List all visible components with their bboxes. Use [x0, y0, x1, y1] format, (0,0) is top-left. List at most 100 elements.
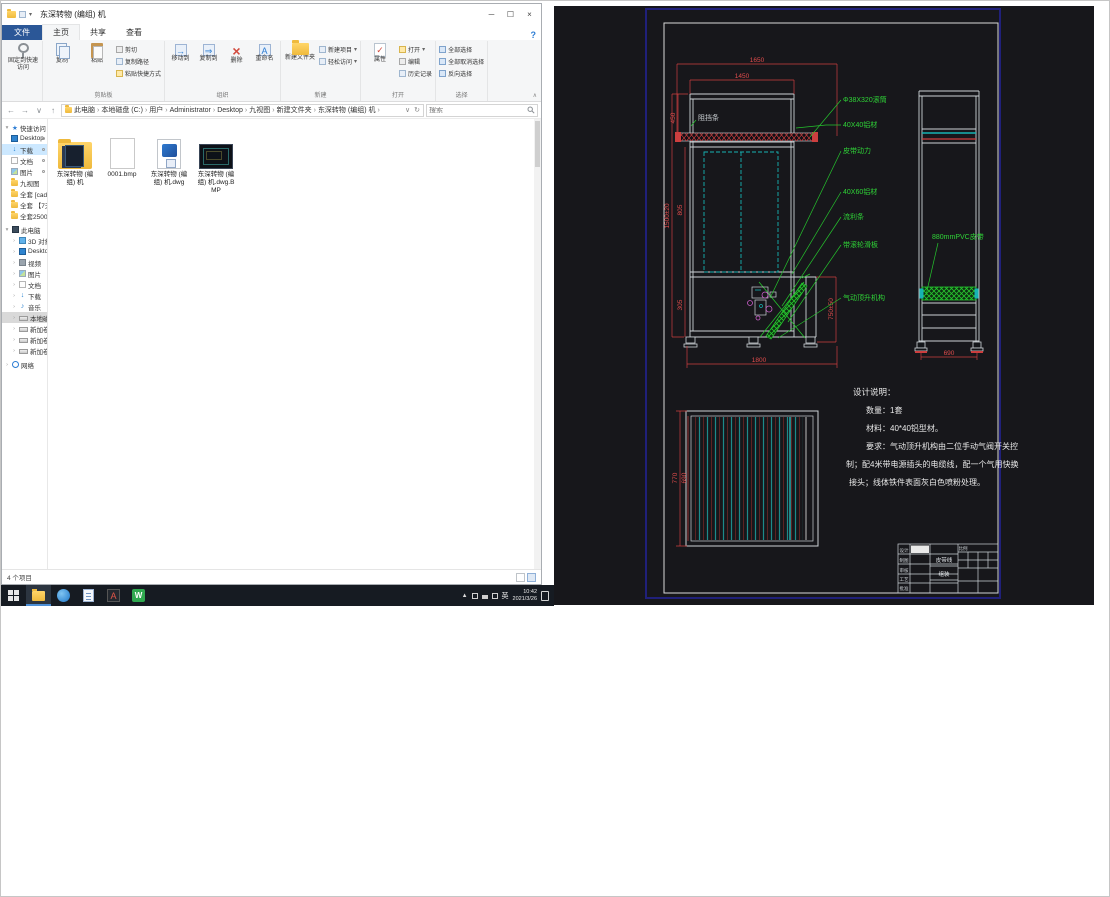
sidebar-item-videos[interactable]: › 视频: [2, 257, 47, 268]
breadcrumb[interactable]: 此电脑: [74, 105, 95, 115]
pictures-icon: [11, 168, 18, 175]
copy-to-button[interactable]: ⇒ 复制到: [196, 41, 221, 63]
sidebar-this-pc[interactable]: ▾ 此电脑: [2, 224, 47, 235]
sidebar-quick-access[interactable]: ▾ ★ 快速访问: [2, 122, 47, 133]
tab-home[interactable]: 主页: [42, 24, 80, 40]
sidebar-item-local-disk-c[interactable]: ›本地磁盘 (C:): [2, 312, 47, 323]
sidebar-item-folder[interactable]: 九视图: [2, 177, 47, 188]
edit-button[interactable]: 编辑: [399, 57, 432, 66]
taskbar-browser[interactable]: [51, 585, 76, 606]
address-dropdown-icon[interactable]: ∨: [405, 106, 410, 114]
forward-button[interactable]: →: [19, 106, 31, 115]
collapse-ribbon-icon[interactable]: ∧: [533, 92, 537, 99]
sidebar-item-downloads[interactable]: › ↓ 下载: [2, 290, 47, 301]
breadcrumb[interactable]: 九视图: [249, 105, 270, 115]
breadcrumb[interactable]: 新建文件夹: [277, 105, 312, 115]
action-center-icon[interactable]: [541, 590, 549, 601]
tray-volume-icon[interactable]: [481, 594, 488, 599]
sidebar-item-volume-e[interactable]: ›新加卷 (E:): [2, 334, 47, 345]
sidebar-item-3d-objects[interactable]: ›3D 对象: [2, 235, 47, 246]
refresh-icon[interactable]: ↻: [414, 106, 420, 114]
sidebar-item-folder[interactable]: 全套2500图纸合集: [2, 210, 47, 221]
file-name: 0001.bmp: [107, 171, 137, 178]
minimize-button[interactable]: ─: [482, 6, 501, 22]
copy-button[interactable]: 复制: [46, 41, 78, 65]
sidebar-item-music[interactable]: › ♪ 音乐: [2, 301, 47, 312]
sidebar-item-documents[interactable]: › 文档: [2, 279, 47, 290]
maximize-button[interactable]: ☐: [501, 6, 520, 22]
breadcrumb[interactable]: 东深转物 (编组) 机: [318, 105, 376, 115]
scrollbar-thumb[interactable]: [535, 121, 540, 167]
select-none-button[interactable]: 全部取消选择: [439, 57, 484, 66]
file-tile-dwg[interactable]: 东深转物 (编组) 机.dwg: [147, 131, 191, 187]
start-button[interactable]: [1, 585, 26, 606]
wps-app-icon: W: [132, 589, 145, 602]
up-button[interactable]: ↑: [47, 106, 59, 115]
sidebar-item-folder[interactable]: 全套 [cad审图]: [2, 188, 47, 199]
breadcrumb[interactable]: Desktop: [217, 107, 243, 114]
select-all-button[interactable]: 全部选择: [439, 45, 484, 54]
tray-status-icon[interactable]: [471, 592, 478, 599]
move-to-button[interactable]: → 移动到: [168, 41, 193, 63]
breadcrumb[interactable]: 本地磁盘 (C:): [101, 105, 143, 115]
file-tile-bmp[interactable]: 0001.bmp: [100, 131, 144, 179]
navigation-bar: ← → ∨ ↑ 此电脑 › 本地磁盘 (C:) › 用户 › Administrato…: [2, 102, 541, 119]
sidebar-item-downloads[interactable]: ↓ 下载: [2, 144, 47, 155]
breadcrumb[interactable]: 用户: [149, 105, 163, 115]
tab-view[interactable]: 查看: [116, 25, 152, 40]
details-view-toggle[interactable]: [516, 572, 525, 582]
back-button[interactable]: ←: [5, 106, 17, 115]
file-tile-dwg-bmp[interactable]: 东深转物 (编组) 机.dwg.BMP: [194, 131, 238, 195]
qat-properties-icon[interactable]: [19, 10, 26, 18]
pin-to-quick-access-button[interactable]: 固定到快速访问: [7, 41, 39, 72]
sidebar-network[interactable]: › 网络: [2, 359, 47, 370]
sidebar-item-desktop[interactable]: Desktop: [2, 133, 47, 144]
tray-network-icon[interactable]: [491, 592, 498, 599]
help-icon[interactable]: ?: [531, 30, 537, 40]
history-button[interactable]: 历史记录: [399, 69, 432, 78]
paste-shortcut-button[interactable]: 粘贴快捷方式: [116, 69, 161, 78]
file-tile-folder[interactable]: 东深转物 (编组) 机: [53, 131, 97, 187]
tray-expand-icon[interactable]: ▲: [462, 593, 468, 599]
easy-access-button[interactable]: 轻松访问 ▾: [319, 57, 357, 66]
tab-file[interactable]: 文件: [2, 25, 42, 40]
sidebar-item-pictures[interactable]: 图片: [2, 166, 47, 177]
invert-selection-button[interactable]: 反向选择: [439, 69, 484, 78]
music-icon: ♪: [20, 303, 25, 310]
address-folder-icon: [65, 105, 72, 113]
new-item-button[interactable]: 新建项目 ▾: [319, 45, 357, 54]
sidebar-item-volume-f[interactable]: ›新加卷 (F:): [2, 345, 47, 356]
delete-button[interactable]: × 删除: [224, 41, 249, 65]
qat-customize-icon[interactable]: ▾: [29, 11, 32, 18]
taskbar-wps-app[interactable]: W: [126, 585, 151, 606]
copy-path-button[interactable]: 复制路径: [116, 57, 161, 66]
paste-shortcut-icon: [116, 70, 123, 77]
search-box[interactable]: [426, 103, 538, 117]
taskbar-clock[interactable]: 10:42 2021/3/26: [513, 589, 537, 602]
ribbon-group-pin: 固定到快速访问: [4, 41, 43, 101]
taskbar-cad-app[interactable]: A: [101, 585, 126, 606]
cut-button[interactable]: 剪切: [116, 45, 161, 54]
sidebar-item-folder[interactable]: 全套 【7天】dwg]: [2, 199, 47, 210]
search-input[interactable]: [429, 106, 527, 114]
sidebar-item-pictures[interactable]: › 图片: [2, 268, 47, 279]
close-button[interactable]: ×: [520, 6, 539, 22]
address-bar[interactable]: 此电脑 › 本地磁盘 (C:) › 用户 › Administrator › Deskt…: [61, 103, 424, 117]
taskbar-document-app[interactable]: [76, 585, 101, 606]
new-folder-button[interactable]: 新建文件夹: [284, 40, 316, 62]
tab-share[interactable]: 共享: [80, 25, 116, 40]
sidebar-item-desktop[interactable]: ›Desktop: [2, 246, 47, 257]
open-button[interactable]: 打开 ▾: [399, 45, 432, 54]
taskbar-file-explorer[interactable]: [26, 585, 51, 606]
vertical-scrollbar[interactable]: [534, 119, 541, 569]
sidebar-item-documents[interactable]: 文档: [2, 155, 47, 166]
rename-button[interactable]: A 重命名: [252, 41, 277, 63]
breadcrumb[interactable]: Administrator: [170, 107, 211, 114]
recent-locations-icon[interactable]: ∨: [33, 106, 45, 115]
ime-indicator[interactable]: 英: [502, 591, 509, 601]
sidebar-item-volume-d[interactable]: ›新加卷 (D:): [2, 323, 47, 334]
notes-line-5: 制；配4米带电源插头的电缆线，配一个气用快换: [846, 459, 1018, 469]
icons-view-toggle[interactable]: [527, 572, 536, 582]
paste-button[interactable]: 粘贴: [81, 41, 113, 65]
properties-button[interactable]: ✓ 属性: [364, 41, 396, 64]
